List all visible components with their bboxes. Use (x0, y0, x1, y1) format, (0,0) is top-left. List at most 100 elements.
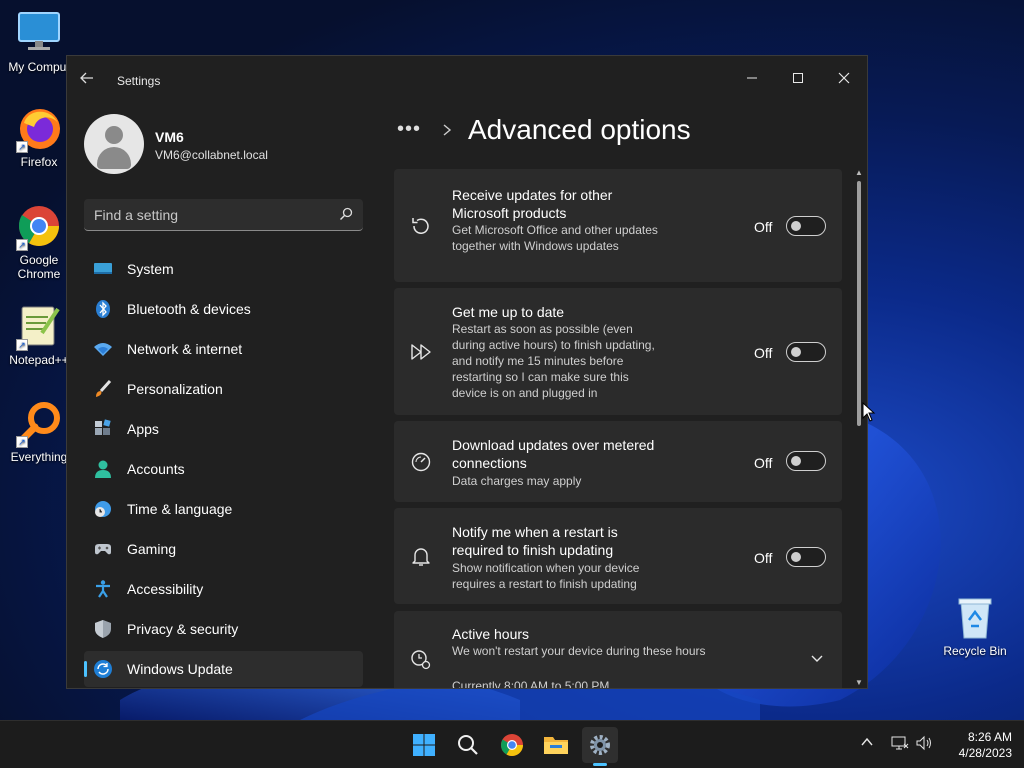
card-description: Get Microsoft Office and other updates t… (452, 223, 658, 253)
sidebar-item-label: Privacy & security (127, 621, 239, 637)
file-explorer-icon (544, 737, 568, 754)
volume-icon (916, 735, 931, 751)
card-notify-restart[interactable]: Notify me when a restart is required to … (394, 508, 842, 604)
desktop-icon-label: Everything (10, 450, 68, 464)
back-button[interactable] (79, 70, 103, 90)
toggle-state-label: Off (754, 219, 773, 235)
breadcrumb-chevron-icon (441, 121, 453, 142)
toggle-switch[interactable] (786, 216, 826, 236)
page-title: Advanced options (468, 114, 691, 145)
minimize-button[interactable] (729, 62, 775, 94)
card-receive-updates-other-products[interactable]: Receive updates for other Microsoft prod… (394, 169, 842, 282)
maximize-button[interactable] (775, 62, 821, 94)
desktop-icon-recycle-bin[interactable]: Recycle Bin (942, 596, 1008, 658)
scroll-down-arrow-icon[interactable]: ▼ (855, 679, 863, 687)
maximize-icon (793, 73, 803, 83)
scroll-thumb[interactable] (857, 181, 861, 426)
card-title: Download updates over metered connection… (452, 437, 655, 471)
toggle-switch[interactable] (786, 342, 826, 362)
chevron-down-icon[interactable] (811, 655, 823, 663)
sidebar-item-network[interactable]: Network & internet (84, 331, 363, 367)
desktop-icon-label: Recycle Bin (943, 644, 1007, 658)
toggle-state-label: Off (754, 550, 773, 566)
taskbar-clock[interactable]: 8:26 AM 4/28/2023 (942, 729, 1012, 761)
sidebar-item-label: Gaming (127, 541, 177, 557)
sidebar-item-label: Accessibility (127, 581, 204, 597)
desktop-icon-notepad-plus-plus[interactable]: ↗ Notepad++ (2, 303, 76, 367)
profile-email: VM6@collabnet.local (155, 148, 268, 162)
chevron-up-icon (861, 737, 873, 746)
settings-content: Receive updates for other Microsoft prod… (394, 169, 844, 689)
sidebar-item-label: Bluetooth & devices (127, 301, 251, 317)
card-title: Get me up to date (452, 304, 565, 320)
desktop-icon-my-computer[interactable]: My Comput (2, 10, 76, 74)
avatar[interactable] (84, 114, 144, 174)
taskbar-chrome-button[interactable] (494, 727, 530, 763)
sidebar-item-privacy-security[interactable]: Privacy & security (84, 611, 363, 647)
toggle-knob (791, 456, 801, 466)
search-input[interactable] (94, 199, 324, 230)
clock-date: 4/28/2023 (958, 746, 1012, 760)
desktop-icon-firefox[interactable]: ↗ Firefox (2, 105, 76, 169)
sidebar-item-accessibility[interactable]: Accessibility (84, 571, 363, 607)
card-description: Show notification when your device requi… (452, 561, 640, 591)
desktop-icon-google-chrome[interactable]: ↗ Google Chrome (2, 203, 76, 281)
tray-overflow-button[interactable] (860, 735, 874, 752)
network-icon (891, 736, 909, 750)
close-button[interactable] (821, 62, 867, 94)
taskbar-settings-button[interactable] (582, 727, 618, 763)
minimize-icon (747, 77, 757, 79)
close-icon (838, 72, 850, 84)
shortcut-arrow-icon: ↗ (16, 339, 28, 351)
card-download-over-metered[interactable]: Download updates over metered connection… (394, 421, 842, 502)
volume-tray-button[interactable] (916, 735, 934, 754)
shortcut-arrow-icon: ↗ (16, 239, 28, 251)
desktop-icon-everything[interactable]: ↗ Everything (2, 400, 76, 464)
scrollbar[interactable]: ▲ ▼ (855, 169, 863, 688)
shield-icon (95, 620, 111, 638)
sidebar-item-windows-update[interactable]: Windows Update (84, 651, 363, 687)
search-box[interactable] (84, 199, 363, 231)
scroll-up-arrow-icon[interactable]: ▲ (855, 169, 863, 177)
toggle-switch[interactable] (786, 451, 826, 471)
toggle-knob (791, 552, 801, 562)
taskbar: 8:26 AM 4/28/2023 (0, 720, 1024, 768)
search-icon (340, 207, 353, 220)
taskbar-search-button[interactable] (450, 727, 486, 763)
sidebar-item-time-language[interactable]: Time & language (84, 491, 363, 527)
sidebar-item-gaming[interactable]: Gaming (84, 531, 363, 567)
fast-forward-icon (411, 344, 431, 360)
card-get-me-up-to-date[interactable]: Get me up to date Restart as soon as pos… (394, 288, 842, 415)
back-arrow-icon (80, 72, 93, 84)
wifi-icon (94, 343, 112, 356)
gamepad-icon (95, 544, 111, 555)
breadcrumb-more-button[interactable]: ••• (397, 118, 421, 141)
sidebar-item-label: Personalization (127, 381, 223, 397)
title-bar[interactable]: Settings (67, 56, 867, 104)
sidebar-item-personalization[interactable]: Personalization (84, 371, 363, 407)
brush-icon (96, 379, 112, 397)
active-app-indicator (593, 763, 607, 766)
settings-window: Settings VM6 VM6@collabnet.local System (66, 55, 868, 689)
refresh-icon (412, 218, 429, 234)
accessibility-icon (96, 580, 110, 598)
chrome-icon (501, 734, 523, 756)
search-icon (458, 735, 478, 755)
sidebar-item-system[interactable]: System (84, 251, 363, 287)
desktop-icon-label: Notepad++ (9, 353, 69, 367)
card-current-value: Currently 8:00 AM to 5:00 PM (452, 679, 610, 689)
mouse-cursor-icon (862, 402, 876, 422)
card-title: Notify me when a restart is required to … (452, 524, 618, 558)
sidebar-item-accounts[interactable]: Accounts (84, 451, 363, 487)
taskbar-file-explorer-button[interactable] (538, 727, 574, 763)
start-button[interactable] (406, 727, 442, 763)
network-tray-button[interactable] (891, 735, 909, 754)
sidebar-item-apps[interactable]: Apps (84, 411, 363, 447)
toggle-switch[interactable] (786, 547, 826, 567)
sidebar-item-bluetooth[interactable]: Bluetooth & devices (84, 291, 363, 327)
card-active-hours[interactable]: Active hours We won't restart your devic… (394, 611, 842, 689)
shortcut-arrow-icon: ↗ (16, 141, 28, 153)
sidebar-item-label: Windows Update (127, 661, 233, 677)
toggle-state-label: Off (754, 455, 773, 471)
sidebar-item-label: Apps (127, 421, 159, 437)
